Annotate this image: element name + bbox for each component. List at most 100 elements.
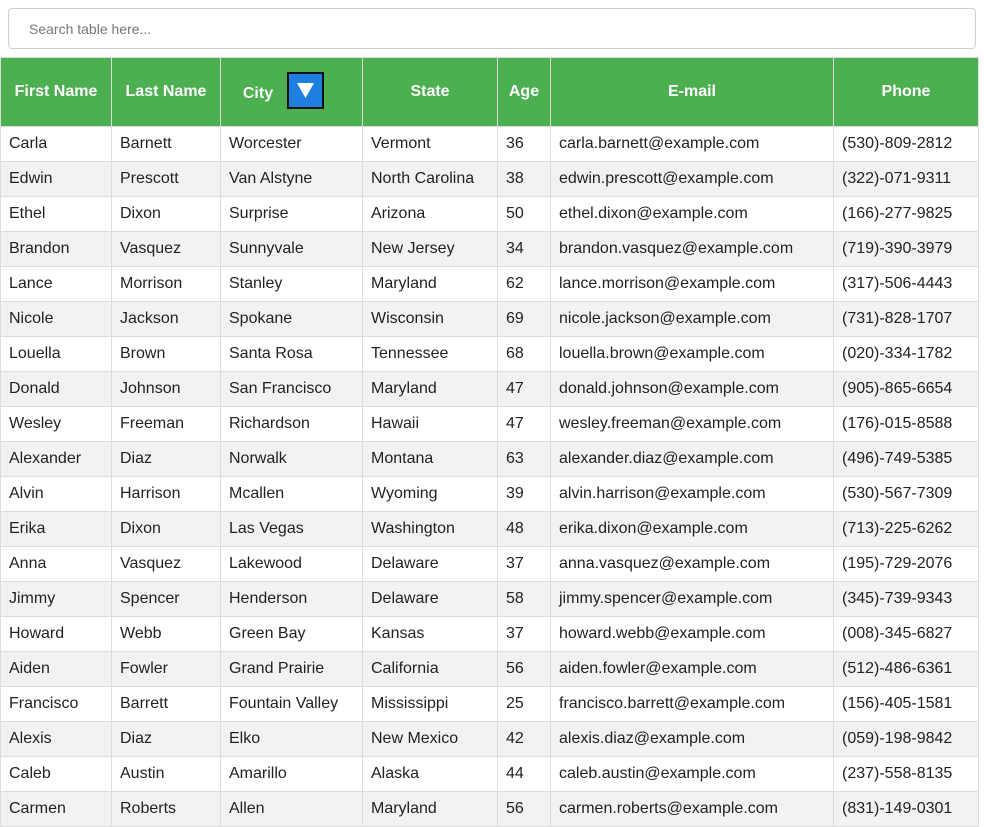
triangle-down-icon (297, 82, 315, 98)
table-row[interactable]: Wesley Freeman Richardson Hawaii 47 wesley.fr… (0, 406, 979, 442)
cell-email: alvin.harrison@example.com (550, 476, 834, 512)
cell-age: 37 (497, 616, 551, 652)
cell-phone: (496)-749-5385 (833, 441, 979, 477)
cell-last-name: Spencer (111, 581, 221, 617)
cell-first-name: Carla (0, 126, 112, 162)
cell-city: Fountain Valley (220, 686, 363, 722)
cell-state: New Mexico (362, 721, 498, 757)
table-row[interactable]: Louella Brown Santa Rosa Tennessee 68 louella… (0, 336, 979, 372)
city-filter-button[interactable] (287, 71, 325, 109)
cell-email: caleb.austin@example.com (550, 756, 834, 792)
cell-phone: (713)-225-6262 (833, 511, 979, 547)
cell-email: francisco.barrett@example.com (550, 686, 834, 722)
cell-email: lance.morrison@example.com (550, 266, 834, 302)
cell-state: Kansas (362, 616, 498, 652)
cell-state: Maryland (362, 791, 498, 827)
cell-city: Worcester (220, 126, 363, 162)
cell-age: 48 (497, 511, 551, 547)
cell-first-name: Carmen (0, 791, 112, 827)
cell-phone: (831)-149-0301 (833, 791, 979, 827)
cell-last-name: Dixon (111, 196, 221, 232)
cell-email: brandon.vasquez@example.com (550, 231, 834, 267)
cell-city: Allen (220, 791, 363, 827)
cell-age: 25 (497, 686, 551, 722)
table-row[interactable]: Donald Johnson San Francisco Maryland 47 dona… (0, 371, 979, 407)
column-header-city[interactable]: City (220, 57, 363, 127)
table-row[interactable]: Brandon Vasquez Sunnyvale New Jersey 34 brand… (0, 231, 979, 267)
table-row[interactable]: Ethel Dixon Surprise Arizona 50 ethel.dixon@e… (0, 196, 979, 232)
cell-last-name: Barnett (111, 126, 221, 162)
cell-city: Surprise (220, 196, 363, 232)
table-row[interactable]: Caleb Austin Amarillo Alaska 44 caleb.austin@… (0, 756, 979, 792)
cell-age: 34 (497, 231, 551, 267)
cell-email: ethel.dixon@example.com (550, 196, 834, 232)
cell-first-name: Alexis (0, 721, 112, 757)
column-header-last-name[interactable]: Last Name (111, 57, 221, 127)
table-row[interactable]: Edwin Prescott Van Alstyne North Carolina 38… (0, 161, 979, 197)
column-header-first-name[interactable]: First Name (0, 57, 112, 127)
cell-age: 44 (497, 756, 551, 792)
cell-first-name: Alvin (0, 476, 112, 512)
table-row[interactable]: Erika Dixon Las Vegas Washington 48 erika.dix… (0, 511, 979, 547)
cell-city: Van Alstyne (220, 161, 363, 197)
cell-last-name: Prescott (111, 161, 221, 197)
column-header-phone[interactable]: Phone (833, 57, 979, 127)
cell-age: 56 (497, 651, 551, 687)
cell-email: edwin.prescott@example.com (550, 161, 834, 197)
cell-state: North Carolina (362, 161, 498, 197)
cell-city: Henderson (220, 581, 363, 617)
table-row[interactable]: Alexander Diaz Norwalk Montana 63 alexander.d… (0, 441, 979, 477)
cell-first-name: Edwin (0, 161, 112, 197)
cell-last-name: Diaz (111, 721, 221, 757)
cell-city: Amarillo (220, 756, 363, 792)
cell-email: donald.johnson@example.com (550, 371, 834, 407)
table-row[interactable]: Alvin Harrison Mcallen Wyoming 39 alvin.harri… (0, 476, 979, 512)
cell-phone: (731)-828-1707 (833, 301, 979, 337)
cell-state: New Jersey (362, 231, 498, 267)
table-header: First Name Last Name City State Age E-ma… (0, 57, 979, 127)
table-row[interactable]: Carla Barnett Worcester Vermont 36 carla.barn… (0, 126, 979, 162)
cell-age: 47 (497, 406, 551, 442)
cell-state: Tennessee (362, 336, 498, 372)
table-row[interactable]: Anna Vasquez Lakewood Delaware 37 anna.vasque… (0, 546, 979, 582)
table-row[interactable]: Howard Webb Green Bay Kansas 37 howard.webb@e… (0, 616, 979, 652)
column-header-age[interactable]: Age (497, 57, 551, 127)
cell-age: 56 (497, 791, 551, 827)
cell-age: 69 (497, 301, 551, 337)
table-row[interactable]: Jimmy Spencer Henderson Delaware 58 jimmy.spe… (0, 581, 979, 617)
table-row[interactable]: Francisco Barrett Fountain Valley Mississip… (0, 686, 979, 722)
cell-phone: (719)-390-3979 (833, 231, 979, 267)
cell-email: anna.vasquez@example.com (550, 546, 834, 582)
cell-state: Montana (362, 441, 498, 477)
cell-age: 68 (497, 336, 551, 372)
cell-first-name: Alexander (0, 441, 112, 477)
column-header-state[interactable]: State (362, 57, 498, 127)
cell-first-name: Erika (0, 511, 112, 547)
cell-state: California (362, 651, 498, 687)
table-row[interactable]: Aiden Fowler Grand Prairie California 56 aide… (0, 651, 979, 687)
table-row[interactable]: Nicole Jackson Spokane Wisconsin 69 nicole.ja… (0, 301, 979, 337)
cell-city: San Francisco (220, 371, 363, 407)
cell-age: 36 (497, 126, 551, 162)
cell-last-name: Diaz (111, 441, 221, 477)
table-row[interactable]: Carmen Roberts Allen Maryland 56 carmen.rober… (0, 791, 979, 827)
cell-city: Stanley (220, 266, 363, 302)
cell-state: Arizona (362, 196, 498, 232)
cell-phone: (317)-506-4443 (833, 266, 979, 302)
table-row[interactable]: Alexis Diaz Elko New Mexico 42 alexis.diaz@ex… (0, 721, 979, 757)
cell-state: Hawaii (362, 406, 498, 442)
search-input[interactable] (8, 8, 976, 49)
cell-city: Santa Rosa (220, 336, 363, 372)
cell-email: jimmy.spencer@example.com (550, 581, 834, 617)
cell-last-name: Webb (111, 616, 221, 652)
column-header-email[interactable]: E-mail (550, 57, 834, 127)
cell-state: Alaska (362, 756, 498, 792)
cell-age: 38 (497, 161, 551, 197)
cell-first-name: Aiden (0, 651, 112, 687)
cell-first-name: Wesley (0, 406, 112, 442)
cell-first-name: Anna (0, 546, 112, 582)
cell-last-name: Vasquez (111, 546, 221, 582)
cell-city: Lakewood (220, 546, 363, 582)
cell-city: Green Bay (220, 616, 363, 652)
table-row[interactable]: Lance Morrison Stanley Maryland 62 lance.morr… (0, 266, 979, 302)
